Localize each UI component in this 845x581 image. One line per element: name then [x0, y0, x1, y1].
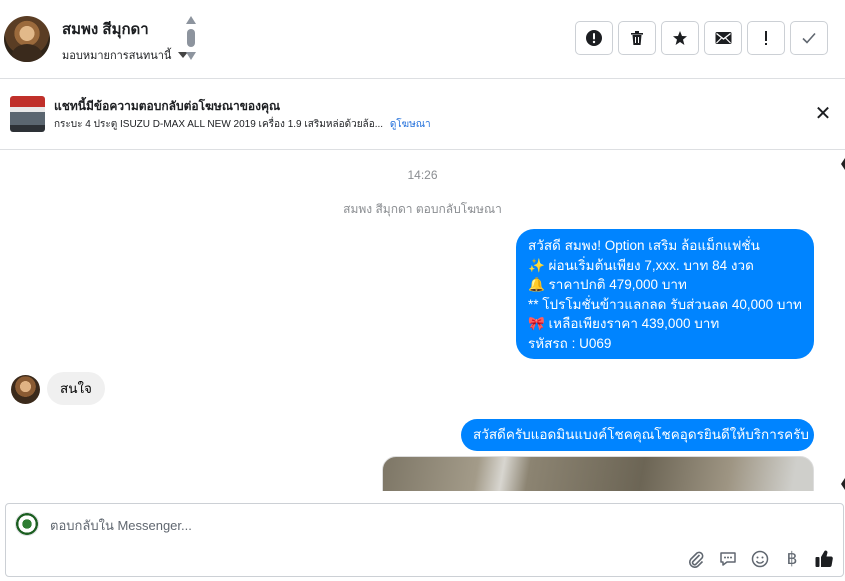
- message-line: สวัสดี สมพง! Option เสริม ล้อแม็กแฟชั่น: [528, 238, 760, 253]
- outgoing-message[interactable]: สวัสดีครับแอดมินแบงค์โชคคุณโชคอุดรยินดีใ…: [461, 419, 814, 451]
- reply-input[interactable]: [50, 515, 650, 535]
- checkmark-icon: [802, 32, 816, 44]
- message-thread[interactable]: 14:26 สมพง สีมุกดา ตอบกลับโฆษณา สวัสดี ส…: [0, 151, 845, 491]
- message-line: ✨ ผ่อนเริ่มต้นเพียง 7,xxx. บาท 84 งวด: [528, 257, 754, 273]
- thumbs-up-icon[interactable]: [813, 548, 835, 570]
- reply-composer: ฿: [5, 503, 844, 577]
- conversation-nav[interactable]: [185, 16, 197, 62]
- message-line: รหัสรถ : U069: [528, 335, 612, 351]
- view-ad-link[interactable]: ดูโฆษณา: [390, 119, 431, 130]
- message-timestamp: 14:26: [407, 168, 438, 182]
- ad-thumbnail: [10, 96, 45, 132]
- baht-icon[interactable]: ฿: [781, 548, 803, 570]
- page-avatar: [15, 512, 39, 536]
- ad-description-text: กระบะ 4 ประตู ISUZU D-MAX ALL NEW 2019 เ…: [54, 119, 384, 130]
- sender-avatar[interactable]: [11, 375, 40, 404]
- incoming-message[interactable]: สนใจ: [47, 372, 105, 405]
- message-line: 🎀 เหลือเพียงราคา 439,000 บาท: [528, 316, 720, 331]
- paperclip-icon[interactable]: [685, 548, 707, 570]
- message-line: 🔔 ราคาปกติ 479,000 บาท: [528, 277, 687, 292]
- contact-name[interactable]: สมพง สีมุกดา: [62, 17, 149, 41]
- ad-banner-title: แชทนี้มีข้อความตอบกลับต่อโฆษณาของคุณ: [54, 99, 281, 113]
- contact-avatar[interactable]: [4, 16, 50, 62]
- message-line: ** โปรโมชั่นข้าวแลกลด รับส่วนลด 40,000 บ…: [528, 296, 802, 312]
- trash-icon: [631, 31, 643, 45]
- system-message: สมพง สีมุกดา ตอบกลับโฆษณา: [343, 202, 502, 216]
- emoji-icon[interactable]: [749, 548, 771, 570]
- mark-spam-button[interactable]: [575, 21, 613, 55]
- attached-photo[interactable]: [382, 456, 814, 491]
- scroll-down-arrow[interactable]: [841, 478, 845, 490]
- star-button[interactable]: [661, 21, 699, 55]
- arrow-up-icon[interactable]: [186, 16, 196, 24]
- conversation-header: สมพง สีมุกดา มอบหมายการสนทนานี้: [0, 0, 845, 79]
- nav-handle: [187, 29, 195, 47]
- outgoing-message[interactable]: สวัสดี สมพง! Option เสริม ล้อแม็กแฟชั่น …: [516, 229, 814, 359]
- ad-context-banner: แชทนี้มีข้อความตอบกลับต่อโฆษณาของคุณ กระ…: [0, 80, 845, 150]
- saved-reply-icon[interactable]: [717, 548, 739, 570]
- assign-label: มอบหมายการสนทนานี้: [62, 50, 172, 62]
- arrow-down-icon[interactable]: [186, 52, 196, 60]
- ad-description: กระบะ 4 ประตู ISUZU D-MAX ALL NEW 2019 เ…: [54, 117, 431, 132]
- close-icon[interactable]: ✕: [813, 104, 833, 124]
- alert-circle-icon: [586, 30, 602, 46]
- scroll-up-arrow[interactable]: [841, 158, 845, 170]
- assign-conversation-dropdown[interactable]: มอบหมายการสนทนานี้: [62, 46, 189, 64]
- follow-up-button[interactable]: [747, 21, 785, 55]
- exclamation-icon: [765, 31, 767, 45]
- mark-done-button[interactable]: [790, 21, 828, 55]
- star-icon: [673, 31, 687, 45]
- delete-button[interactable]: [618, 21, 656, 55]
- envelope-icon: [715, 32, 731, 44]
- mark-unread-button[interactable]: [704, 21, 742, 55]
